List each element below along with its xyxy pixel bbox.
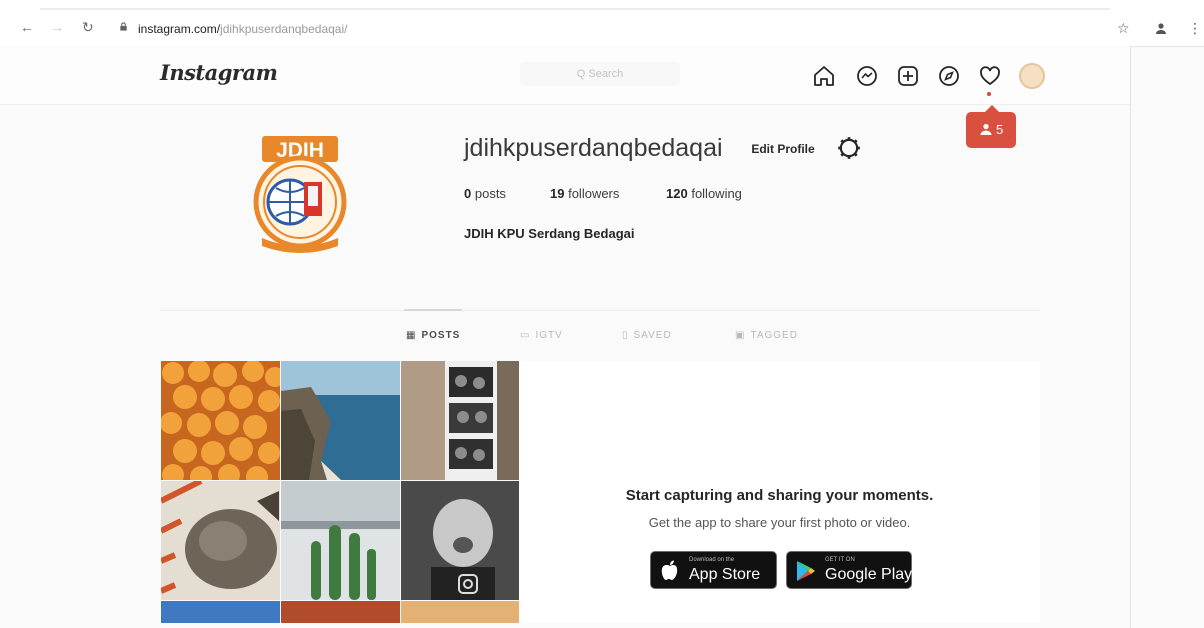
- followers-link[interactable]: 19 followers: [550, 186, 619, 201]
- notification-dot: [987, 92, 991, 96]
- app-store-label: App Store: [689, 566, 761, 583]
- forward-icon[interactable]: →: [50, 20, 64, 34]
- profile-picture[interactable]: JDIH: [246, 134, 354, 254]
- reload-icon[interactable]: ↻: [82, 20, 94, 34]
- photo-coast: [281, 361, 400, 480]
- google-play-small: GET IT ON: [825, 557, 855, 563]
- photo-partial-orange: [401, 601, 519, 623]
- person-icon: [980, 123, 992, 135]
- avatar[interactable]: [1019, 63, 1045, 89]
- notification-count: 5: [996, 122, 1004, 137]
- tab-posts[interactable]: ▦ POSTS: [406, 330, 460, 341]
- photo-cactus: [281, 481, 400, 600]
- igtv-icon: ▭: [520, 330, 531, 341]
- following-link[interactable]: 120 following: [666, 186, 742, 201]
- edit-profile-button[interactable]: Edit Profile: [744, 138, 822, 160]
- search-input[interactable]: Q Search: [520, 62, 680, 86]
- url-path: jdihkpuserdanqbedaqai/: [220, 22, 348, 36]
- photo-partial-blue: [161, 601, 280, 623]
- heart-icon[interactable]: [978, 64, 1002, 88]
- app-store-button[interactable]: Download on the App Store: [650, 551, 777, 589]
- messenger-icon[interactable]: [855, 64, 879, 88]
- grid-icon: ▦: [406, 330, 417, 341]
- star-icon[interactable]: ☆: [1117, 20, 1130, 37]
- profile-username: jdihkpuserdanqbedaqai: [464, 134, 723, 162]
- photo-oranges: [161, 361, 280, 480]
- tag-icon: ▣: [735, 330, 746, 341]
- tab-strip: [40, 8, 1110, 10]
- back-icon[interactable]: ←: [20, 20, 34, 34]
- profile-full-name: JDIH KPU Serdang Bedagai: [464, 226, 635, 241]
- empty-state-subtitle: Get the app to share your first photo or…: [648, 515, 911, 530]
- gear-icon[interactable]: [836, 135, 862, 161]
- google-play-label: Google Play: [825, 566, 913, 583]
- url-domain: instagram.com/: [138, 22, 221, 36]
- address-bar[interactable]: instagram.com/jdihkpuserdanqbedaqai/: [138, 22, 347, 36]
- bookmark-icon: ▯: [622, 330, 629, 341]
- empty-state-title: Start capturing and sharing your moments…: [625, 487, 934, 504]
- instagram-logo[interactable]: Instagram: [160, 60, 278, 85]
- photo-partial-red: [281, 601, 400, 623]
- photo-photobooth: [401, 361, 519, 480]
- posts-count: 0 posts: [464, 186, 506, 201]
- google-play-icon: [797, 561, 815, 581]
- active-tab-indicator: [404, 309, 462, 311]
- sample-photo-grid: [161, 361, 519, 623]
- apple-icon: [661, 560, 678, 580]
- profile-icon[interactable]: [1155, 22, 1167, 34]
- tab-tagged[interactable]: ▣ TAGGED: [735, 330, 798, 341]
- menu-icon[interactable]: ⋮: [1188, 20, 1202, 37]
- app-store-small: Download on the: [689, 557, 735, 563]
- tabs-divider: [160, 310, 1040, 311]
- empty-state-panel: Start capturing and sharing your moments…: [519, 361, 1040, 623]
- tab-igtv[interactable]: ▭ IGTV: [520, 330, 563, 341]
- home-icon[interactable]: [812, 64, 836, 88]
- tab-saved[interactable]: ▯ SAVED: [622, 330, 672, 341]
- lock-icon: [120, 22, 127, 31]
- window-edge: [1130, 46, 1131, 628]
- new-post-icon[interactable]: [896, 64, 920, 88]
- photo-cat: [161, 481, 280, 600]
- explore-icon[interactable]: [937, 64, 961, 88]
- google-play-button[interactable]: GET IT ON Google Play: [786, 551, 912, 589]
- photo-baby: [401, 481, 519, 600]
- notification-badge[interactable]: 5: [966, 105, 1016, 148]
- browser-toolbar: ← → ↻ instagram.com/jdihkpuserdanqbedaqa…: [0, 0, 1204, 47]
